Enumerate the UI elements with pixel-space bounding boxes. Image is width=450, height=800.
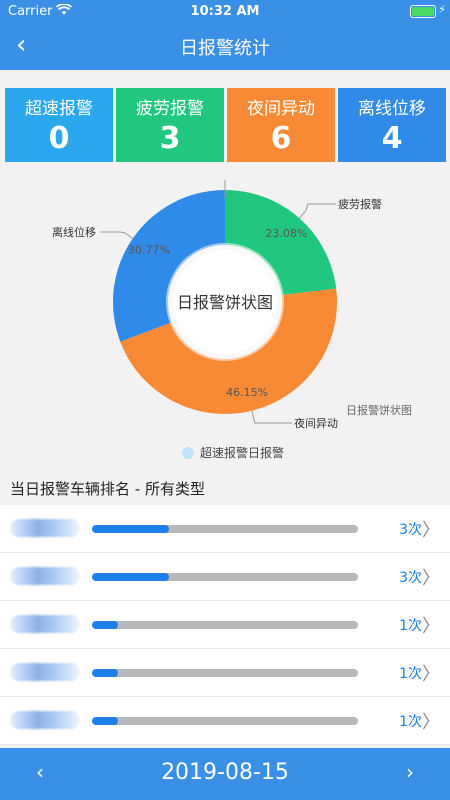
nav-bar: ‹ 日报警统计 <box>0 22 450 70</box>
battery-icon <box>410 5 436 18</box>
chevron-right-icon: 〉 <box>422 568 440 589</box>
count-bar-track <box>92 525 358 533</box>
next-day-button[interactable]: › <box>406 760 414 784</box>
card-count: 3 <box>159 121 181 156</box>
chevron-right-icon: 〉 <box>422 520 440 541</box>
pie-leader-line <box>251 410 292 424</box>
card-fatigue[interactable]: 疲劳报警 3 <box>116 88 224 162</box>
card-count: 6 <box>270 121 292 156</box>
chevron-right-icon: 〉 <box>422 616 440 637</box>
vehicle-ranking-list: 3次 〉 3次 〉 1次 〉 1次 〉 1次 〉 <box>0 505 450 745</box>
blurred-plate <box>10 519 80 537</box>
chevron-right-icon: 〉 <box>422 664 440 685</box>
card-night-movement[interactable]: 夜间异动 6 <box>227 88 335 162</box>
charging-icon: ⚡ <box>438 3 446 16</box>
card-label: 离线位移 <box>358 99 426 119</box>
blurred-plate <box>10 567 80 585</box>
date-footer: ‹ 2019-08-15 › <box>0 748 450 800</box>
count-label: 1次 <box>399 714 422 730</box>
blurred-plate <box>10 711 80 729</box>
pie-leader-line <box>100 231 134 239</box>
count-bar-fill <box>92 573 170 581</box>
pie-percent-label: 46.15% <box>226 386 268 399</box>
count-bar-fill <box>92 717 118 725</box>
count-label: 1次 <box>399 666 422 682</box>
count-bar-track <box>92 621 358 629</box>
ranking-row[interactable]: 3次 〉 <box>0 553 450 601</box>
clock-label: 10:32 AM <box>190 4 260 19</box>
alarm-summary-cards: 超速报警 0 疲劳报警 3 夜间异动 6 离线位移 4 <box>0 88 450 162</box>
legend-marker <box>182 447 194 459</box>
chart-description: 日报警饼状图 <box>346 403 412 417</box>
ranking-row[interactable]: 1次 〉 <box>0 697 450 745</box>
pie-category-label: 夜间异动 <box>294 416 338 430</box>
card-label: 超速报警 <box>25 99 93 119</box>
count-bar-track <box>92 717 358 725</box>
status-bar: Carrier 10:32 AM ⚡ <box>0 0 450 22</box>
card-label: 疲劳报警 <box>136 99 204 119</box>
count-label: 3次 <box>399 570 422 586</box>
count-bar-track <box>92 573 358 581</box>
pie-category-label: 离线位移 <box>52 225 96 239</box>
blurred-plate <box>10 663 80 681</box>
card-count: 0 <box>48 121 70 156</box>
card-label: 夜间异动 <box>247 99 315 119</box>
card-offline-displacement[interactable]: 离线位移 4 <box>338 88 446 162</box>
card-speeding[interactable]: 超速报警 0 <box>5 88 113 162</box>
count-label: 3次 <box>399 522 422 538</box>
ranking-row[interactable]: 1次 〉 <box>0 649 450 697</box>
daily-alarm-pie-chart: 0.00%23.08%疲劳报警46.15%夜间异动30.77%离线位移日报警饼状… <box>52 180 412 460</box>
blurred-plate <box>10 615 80 633</box>
count-bar-fill <box>92 669 118 677</box>
pie-category-label: 疲劳报警 <box>338 197 382 211</box>
pie-percent-label: 23.08% <box>265 227 307 240</box>
count-label: 1次 <box>399 618 422 634</box>
count-bar-track <box>92 669 358 677</box>
card-count: 4 <box>381 121 403 156</box>
count-bar-fill <box>92 525 170 533</box>
page-title: 日报警统计 <box>180 38 270 59</box>
chevron-right-icon: 〉 <box>422 712 440 733</box>
pie-center-label: 日报警饼状图 <box>177 293 273 312</box>
pie-leader-line <box>298 203 336 219</box>
legend-entry: 超速报警日报警 <box>200 445 284 460</box>
ranking-row[interactable]: 1次 〉 <box>0 601 450 649</box>
pie-percent-label: 30.77% <box>128 243 170 256</box>
ranking-title: 当日报警车辆排名 - 所有类型 <box>10 480 205 498</box>
count-bar-fill <box>92 621 118 629</box>
date-label[interactable]: 2019-08-15 <box>0 760 450 785</box>
ranking-row[interactable]: 3次 〉 <box>0 505 450 553</box>
